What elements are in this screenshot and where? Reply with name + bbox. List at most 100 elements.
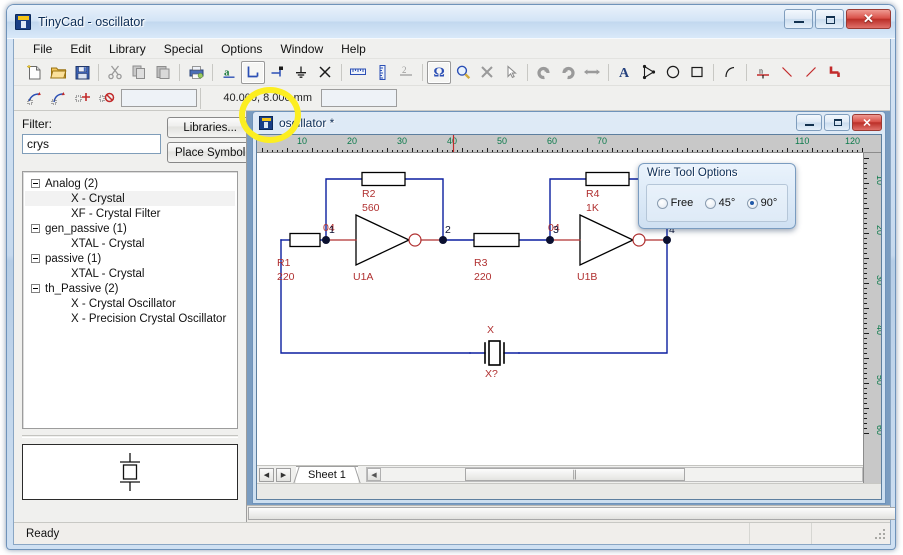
toolbar-blank-field-2[interactable] — [321, 89, 397, 107]
radio-90-label: 90° — [760, 197, 778, 209]
polygon-button[interactable] — [637, 61, 661, 84]
cut-button[interactable] — [103, 61, 127, 84]
label-x-value: X? — [485, 368, 498, 380]
tree-group-analog[interactable]: Analog (2) — [25, 176, 235, 191]
node-label-2: 2 — [445, 224, 451, 236]
horizontal-scrollbar[interactable]: ◀ ║ — [365, 467, 863, 482]
tree-item-xtal-crystal-passive[interactable]: XTAL - Crystal — [25, 266, 235, 281]
undo-annotate-button[interactable] — [94, 87, 118, 110]
svg-text:40: 40 — [875, 325, 881, 335]
junction-button[interactable]: n — [751, 61, 775, 84]
menu-edit[interactable]: Edit — [61, 40, 100, 58]
symbol-preview — [22, 444, 238, 500]
tree-group-th-passive[interactable]: th_Passive (2) — [25, 281, 235, 296]
drc-alt-button[interactable] — [46, 87, 70, 110]
place-symbol-button[interactable]: Place Symbol — [167, 142, 254, 163]
arc-button[interactable] — [718, 61, 742, 84]
new-file-button[interactable] — [22, 61, 46, 84]
paste-button[interactable] — [151, 61, 175, 84]
radio-button-icon[interactable] — [704, 197, 716, 209]
arrow-cursor-button[interactable] — [499, 61, 523, 84]
window-maximize-button[interactable] — [815, 9, 844, 29]
menu-library[interactable]: Library — [100, 40, 155, 58]
menu-special[interactable]: Special — [155, 40, 212, 58]
collapse-icon[interactable] — [31, 224, 40, 233]
tree-group-label: Analog (2) — [45, 177, 99, 190]
line-diagonal-button[interactable] — [799, 61, 823, 84]
radio-button-icon[interactable] — [656, 197, 668, 209]
vertical-ruler-button[interactable] — [370, 61, 394, 84]
toolbar-separator — [713, 63, 714, 81]
horizontal-scroll-thumb[interactable]: ║ — [464, 468, 685, 481]
tree-item-xtal-crystal-gen[interactable]: XTAL - Crystal — [25, 236, 235, 251]
window-minimize-button[interactable] — [784, 9, 813, 29]
mdi-scroll-thumb[interactable] — [248, 507, 895, 520]
filter-input[interactable]: crys — [22, 134, 161, 154]
ruler-button[interactable] — [346, 61, 370, 84]
copy-button[interactable] — [127, 61, 151, 84]
radio-90[interactable]: 90° — [746, 197, 778, 209]
tree-group-passive[interactable]: passive (1) — [25, 251, 235, 266]
ground-button[interactable] — [289, 61, 313, 84]
toolbar-separator — [422, 63, 423, 81]
radio-button-selected-icon[interactable] — [746, 197, 758, 209]
menu-options[interactable]: Options — [212, 40, 271, 58]
svg-text:120: 120 — [845, 136, 860, 146]
tree-group-gen-passive[interactable]: gen_passive (1) — [25, 221, 235, 236]
menu-file[interactable]: File — [24, 40, 61, 58]
collapse-icon[interactable] — [31, 284, 40, 293]
radio-45[interactable]: 45° — [704, 197, 735, 209]
window-close-button[interactable]: ✕ — [846, 9, 891, 29]
save-file-button[interactable] — [70, 61, 94, 84]
add-annotate-button[interactable] — [70, 87, 94, 110]
menu-help[interactable]: Help — [332, 40, 375, 58]
ellipse-button[interactable] — [661, 61, 685, 84]
netlist-omega-button[interactable]: Ω — [427, 60, 451, 84]
text-button[interactable]: A — [613, 61, 637, 84]
tree-group-label: th_Passive (2) — [45, 282, 119, 295]
svg-text:20: 20 — [347, 136, 357, 146]
prev-sheet-button[interactable]: ◀ — [259, 467, 274, 482]
document-window-controls: ✕ — [796, 114, 882, 131]
symbol-tree[interactable]: Analog (2) X - Crystal XF - Crystal Filt… — [22, 171, 238, 429]
tree-item-x-crystal-oscillator[interactable]: X - Crystal Oscillator — [25, 296, 235, 311]
toolbar-blank-field[interactable] — [121, 89, 197, 107]
document-restore-button[interactable] — [824, 114, 850, 131]
no-connect-button[interactable] — [313, 61, 337, 84]
delete-button[interactable] — [475, 61, 499, 84]
coordinate-display: 40.000, 8.000 mm — [200, 87, 318, 109]
wire-tool-button[interactable] — [241, 60, 265, 84]
net-number-button[interactable]: 2 — [394, 61, 418, 84]
collapse-icon[interactable] — [31, 179, 40, 188]
line-button[interactable] — [775, 61, 799, 84]
rotate-right-button[interactable] — [556, 61, 580, 84]
symbol-library-panel: Filter: crys Libraries... Place Symbol A… — [14, 111, 254, 522]
label-r4-ref: R4 — [586, 188, 600, 200]
resize-grip[interactable] — [873, 527, 887, 541]
document-minimize-button[interactable] — [796, 114, 822, 131]
drc-button[interactable] — [22, 87, 46, 110]
tree-item-x-precision-crystal-oscillator[interactable]: X - Precision Crystal Oscillator — [25, 311, 235, 326]
open-file-button[interactable] — [46, 61, 70, 84]
rectangle-button[interactable] — [685, 61, 709, 84]
document-close-button[interactable]: ✕ — [852, 114, 882, 131]
flip-horizontal-button[interactable] — [580, 61, 604, 84]
menu-window[interactable]: Window — [271, 40, 332, 58]
sheet-tab-sheet1[interactable]: Sheet 1 — [296, 466, 358, 483]
filter-buttons: Libraries... Place Symbol — [167, 117, 254, 163]
print-button[interactable] — [184, 61, 208, 84]
tree-item-x-crystal[interactable]: X - Crystal — [25, 191, 235, 206]
annotate-button[interactable]: a — [217, 61, 241, 84]
bus-pin-button[interactable] — [265, 61, 289, 84]
tree-item-xf-crystal-filter[interactable]: XF - Crystal Filter — [25, 206, 235, 221]
mdi-horizontal-scrollbar[interactable] — [247, 505, 895, 522]
svg-text:50: 50 — [497, 136, 507, 146]
radio-free[interactable]: Free — [656, 197, 693, 209]
polyline-red-button[interactable] — [823, 61, 847, 84]
rotate-left-button[interactable] — [532, 61, 556, 84]
libraries-button[interactable]: Libraries... — [167, 117, 254, 138]
scroll-left-button[interactable]: ◀ — [366, 468, 381, 481]
next-sheet-button[interactable]: ▶ — [276, 467, 291, 482]
collapse-icon[interactable] — [31, 254, 40, 263]
zoom-button[interactable] — [451, 61, 475, 84]
